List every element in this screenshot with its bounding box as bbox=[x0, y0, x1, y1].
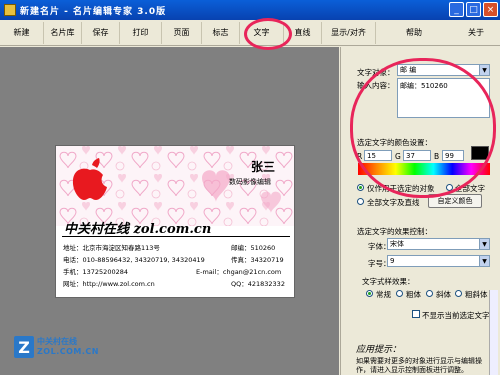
card-divider bbox=[62, 236, 290, 237]
window-title: 新建名片 - 名片编辑专家 3.0版 bbox=[20, 6, 167, 17]
style-bold-label: 粗体 bbox=[406, 290, 421, 299]
hide-current-checkbox[interactable] bbox=[412, 310, 420, 318]
hint-title: 应用提示： bbox=[356, 345, 402, 355]
style-normal-label: 常规 bbox=[376, 290, 391, 299]
effect-section-label: 选定文字的效果控制： bbox=[357, 227, 432, 236]
annotation-circle-panel bbox=[350, 58, 496, 198]
annotation-circle-text-button bbox=[244, 18, 292, 50]
card-phone: 电话：010-88596432, 34320719, 34320419 bbox=[63, 256, 205, 264]
apply-selected-radio[interactable] bbox=[357, 184, 364, 191]
hint-text: 如果需要对更多的对象进行显示与编辑操作，请进入显示控制面板进行调整。 bbox=[356, 357, 482, 374]
card-address: 地址：北京市海淀区知春路113号 bbox=[63, 244, 160, 252]
style-bold-radio[interactable] bbox=[396, 290, 403, 297]
apply-all-lines-radio[interactable] bbox=[357, 198, 364, 205]
watermark-line2: ZOL.COM.CN bbox=[37, 347, 99, 356]
card-website: 网址：http://www.zol.com.cn bbox=[63, 280, 155, 288]
zol-watermark: Z 中关村在线 ZOL.COM.CN bbox=[14, 336, 99, 358]
close-icon[interactable]: × bbox=[483, 2, 498, 17]
hide-current-label: 不显示当前选定文字 bbox=[422, 311, 490, 320]
card-email: E-mail：chgan@21cn.com bbox=[196, 268, 282, 276]
watermark-line1: 中关村在线 bbox=[37, 337, 77, 346]
zol-logo-icon: Z bbox=[14, 336, 34, 358]
style-bold-italic-radio[interactable] bbox=[455, 290, 462, 297]
size-select[interactable]: 9 ▼ bbox=[387, 255, 490, 267]
card-company: 中关村在线 zol.com.cn bbox=[64, 222, 212, 237]
card-name: 张三 bbox=[251, 160, 276, 174]
toolbar-help-button[interactable]: 帮助 bbox=[376, 22, 452, 44]
card-mobile: 手机：13725200284 bbox=[63, 268, 128, 276]
chevron-down-icon: ▼ bbox=[479, 65, 489, 75]
toolbar-page-button[interactable]: 页面 bbox=[162, 21, 202, 44]
card-qq: QQ：421832332 bbox=[231, 280, 285, 288]
card-postcode: 邮编：510260 bbox=[231, 244, 276, 252]
card-fax: 传真：34320719 bbox=[231, 256, 284, 264]
apple-logo-icon bbox=[72, 158, 107, 200]
app-icon bbox=[4, 4, 16, 16]
style-normal-radio[interactable] bbox=[366, 290, 373, 297]
toolbar-logo-button[interactable]: 标志 bbox=[202, 21, 240, 44]
toolbar-about-button[interactable]: 关于 bbox=[452, 22, 500, 44]
toolbar-print-button[interactable]: 打印 bbox=[120, 21, 162, 44]
chevron-down-icon: ▼ bbox=[479, 256, 489, 266]
toolbar-card-library-button[interactable]: 名片库 bbox=[44, 21, 82, 44]
minimize-icon[interactable]: _ bbox=[449, 2, 464, 17]
business-card[interactable]: 张三 数码影像编辑 中关村在线 zol.com.cn 地址：北京市海淀区知春路1… bbox=[55, 145, 295, 298]
toolbar-save-button[interactable]: 保存 bbox=[82, 21, 120, 44]
chevron-down-icon: ▼ bbox=[479, 239, 489, 249]
maximize-icon[interactable]: □ bbox=[466, 2, 481, 17]
apply-all-lines-label: 全部文字及直线 bbox=[367, 198, 420, 207]
style-italic-radio[interactable] bbox=[426, 290, 433, 297]
toolbar-new-button[interactable]: 新建 bbox=[0, 21, 44, 44]
card-role: 数码影像编辑 bbox=[229, 178, 271, 186]
panel-scrollbar[interactable] bbox=[489, 290, 498, 375]
window-controls: _ □ × bbox=[449, 2, 498, 17]
font-select[interactable]: 宋体 ▼ bbox=[387, 238, 490, 250]
title-bar: 新建名片 - 名片编辑专家 3.0版 _ □ × bbox=[0, 0, 500, 20]
style-bold-italic-label: 粗斜体 bbox=[465, 290, 488, 299]
style-label: 文字式样效果： bbox=[362, 277, 415, 286]
style-italic-label: 斜体 bbox=[436, 290, 451, 299]
toolbar-display-align-button[interactable]: 显示/对齐 bbox=[322, 21, 376, 44]
